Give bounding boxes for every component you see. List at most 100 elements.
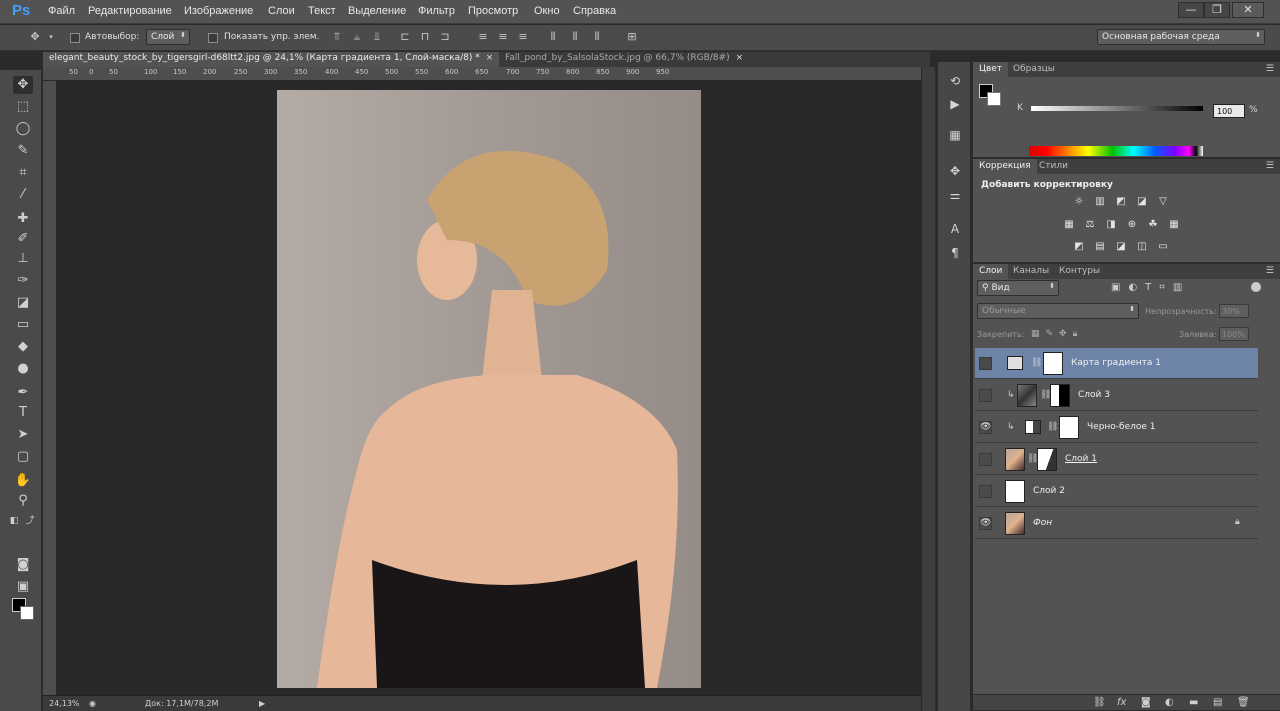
tab-styles[interactable]: Стили: [1033, 159, 1074, 174]
healing-brush-tool-icon[interactable]: ✚: [13, 210, 33, 228]
layer-row-layer3[interactable]: ↳ ⛓ Слой 3: [975, 380, 1258, 411]
panel-menu-icon[interactable]: ☰: [1266, 64, 1274, 74]
tab-layers[interactable]: Слои: [973, 264, 1009, 279]
hue-saturation-icon[interactable]: ▦: [1062, 219, 1076, 231]
layer-row-layer1[interactable]: ⛓ Слой 1: [975, 444, 1258, 475]
vibrance-icon[interactable]: ▽: [1156, 196, 1170, 208]
tab-color[interactable]: Цвет: [973, 62, 1009, 77]
tab-paths[interactable]: Контуры: [1053, 264, 1106, 279]
layer-filter-icons[interactable]: ▣◐T⌗▥: [1111, 282, 1190, 293]
quick-mask-icon[interactable]: ◙: [13, 556, 33, 574]
layer-thumbnail[interactable]: [1005, 480, 1025, 503]
menu-image[interactable]: Изображение: [184, 5, 253, 17]
layer-row-layer2[interactable]: Слой 2: [975, 476, 1258, 507]
layer-filter-dropdown[interactable]: ⚲ Вид ⬍: [977, 280, 1059, 296]
align-hcenter-icon[interactable]: ⊓: [418, 30, 432, 44]
workspace-dropdown[interactable]: Основная рабочая среда ⬍: [1097, 29, 1265, 45]
dodge-tool-icon[interactable]: ●: [13, 360, 33, 378]
gradient-map-icon[interactable]: ▭: [1156, 241, 1170, 253]
type-tool-icon[interactable]: T: [13, 404, 33, 422]
brush-tool-icon[interactable]: ✐: [13, 230, 33, 248]
zoom-level[interactable]: 24,13%: [49, 699, 80, 708]
chain-link-icon[interactable]: ⛓: [1031, 358, 1042, 368]
opacity-input[interactable]: 30%: [1219, 304, 1249, 318]
background-color-swatch[interactable]: [20, 606, 34, 620]
minimize-button[interactable]: —: [1178, 2, 1204, 18]
distribute-top-icon[interactable]: ≡: [476, 30, 490, 44]
selective-color-icon[interactable]: ◫: [1135, 241, 1149, 253]
layer-thumbnail[interactable]: [1005, 512, 1025, 535]
pen-tool-icon[interactable]: ✒: [13, 384, 33, 402]
menu-filter[interactable]: Фильтр: [418, 5, 455, 17]
autoselect-checkbox[interactable]: [70, 33, 80, 43]
layer-mask-thumbnail[interactable]: [1043, 352, 1063, 375]
distribute-bottom-icon[interactable]: ≡: [516, 30, 530, 44]
document-image[interactable]: [277, 90, 701, 688]
zoom-tool-icon[interactable]: ⚲: [13, 492, 33, 510]
distribute-left-icon[interactable]: ⦀: [546, 30, 560, 44]
filter-toggle-icon[interactable]: [1251, 282, 1261, 292]
black-white-icon[interactable]: ◨: [1104, 219, 1118, 231]
distribute-hcenter-icon[interactable]: ⦀: [568, 30, 582, 44]
group-icon[interactable]: ▬: [1189, 697, 1198, 708]
actions-play-icon[interactable]: ▶: [946, 95, 964, 113]
layer-mask-thumbnail[interactable]: [1059, 416, 1079, 439]
chain-link-icon[interactable]: ⛓: [1047, 422, 1058, 432]
photo-filter-icon[interactable]: ⊕: [1125, 219, 1139, 231]
blend-mode-dropdown[interactable]: Обычные ⬍: [977, 303, 1139, 319]
layer-name[interactable]: Карта градиента 1: [1071, 358, 1161, 368]
document-tab-active[interactable]: elegant_beauty_stock_by_tigersgirl-d68lt…: [43, 52, 500, 67]
screen-mode-icon[interactable]: ▣: [13, 578, 33, 596]
visibility-eye-icon[interactable]: 👁︎: [979, 517, 992, 530]
color-lookup-icon[interactable]: ▦: [1167, 219, 1181, 231]
align-left-icon[interactable]: ⊏: [398, 30, 412, 44]
close-tab-icon[interactable]: ×: [486, 53, 494, 63]
layer-row-black-white[interactable]: 👁︎ ↳ ⛓ Черно-белое 1: [975, 412, 1258, 443]
layer-name[interactable]: Слой 2: [1033, 486, 1065, 496]
brush-preset-icon[interactable]: ✥: [946, 162, 964, 180]
mask-icon[interactable]: ◙: [1141, 697, 1151, 708]
trash-icon[interactable]: 🗑︎: [1237, 697, 1250, 708]
visibility-toggle[interactable]: [979, 485, 992, 498]
layer-name[interactable]: Черно-белое 1: [1087, 422, 1156, 432]
hand-tool-icon[interactable]: ✋: [13, 472, 33, 490]
marquee-tool-icon[interactable]: ⬚: [13, 98, 33, 116]
paragraph-icon[interactable]: ¶: [946, 244, 964, 262]
history-icon[interactable]: ⟲: [946, 72, 964, 90]
vertical-scrollbar[interactable]: [921, 67, 935, 711]
panel-menu-icon[interactable]: ☰: [1266, 266, 1274, 276]
channel-mixer-icon[interactable]: ☘: [1146, 219, 1160, 231]
history-brush-tool-icon[interactable]: ✑: [13, 272, 33, 290]
curves-icon[interactable]: ◩: [1114, 196, 1128, 208]
adjustment-icon[interactable]: ◐: [1165, 697, 1174, 708]
crop-tool-icon[interactable]: ⌗: [13, 164, 33, 182]
shape-tool-icon[interactable]: ▢: [13, 448, 33, 466]
preset-dropdown-arrow-icon[interactable]: ▾: [44, 30, 58, 44]
align-right-icon[interactable]: ⊐: [438, 30, 452, 44]
align-vcenter-icon[interactable]: ⫨: [350, 30, 364, 44]
document-tab[interactable]: Fall_pond_by_SalsolaStock.jpg @ 66,7% (R…: [499, 52, 749, 67]
blur-tool-icon[interactable]: ◆: [13, 338, 33, 356]
menu-layers[interactable]: Слои: [268, 5, 295, 17]
lock-icons[interactable]: ▦✎✥🔒︎: [1031, 329, 1083, 339]
restore-button[interactable]: ❐: [1204, 2, 1230, 18]
brush-settings-icon[interactable]: ⚌: [946, 186, 964, 204]
visibility-eye-icon[interactable]: 👁︎: [979, 421, 992, 434]
swap-colors-icon[interactable]: ⤴: [24, 512, 36, 530]
threshold-icon[interactable]: ◪: [1114, 241, 1128, 253]
character-icon[interactable]: A: [946, 220, 964, 238]
tab-channels[interactable]: Каналы: [1007, 264, 1055, 279]
menu-text[interactable]: Текст: [308, 5, 336, 17]
fx-icon[interactable]: fx: [1117, 697, 1126, 708]
menu-view[interactable]: Просмотр: [468, 5, 518, 17]
menu-file[interactable]: Файл: [48, 5, 75, 17]
exposure-icon[interactable]: ◪: [1135, 196, 1149, 208]
default-colors-icon[interactable]: ◧: [8, 512, 20, 530]
layer-thumbnail[interactable]: [1017, 384, 1037, 407]
layer-name[interactable]: Слой 3: [1078, 390, 1110, 400]
brightness-icon[interactable]: ☼: [1072, 196, 1086, 208]
background-color-chip[interactable]: [987, 92, 1001, 106]
status-menu-arrow-icon[interactable]: ▶: [259, 699, 265, 708]
levels-icon[interactable]: ▥: [1093, 196, 1107, 208]
invert-icon[interactable]: ◩: [1072, 241, 1086, 253]
